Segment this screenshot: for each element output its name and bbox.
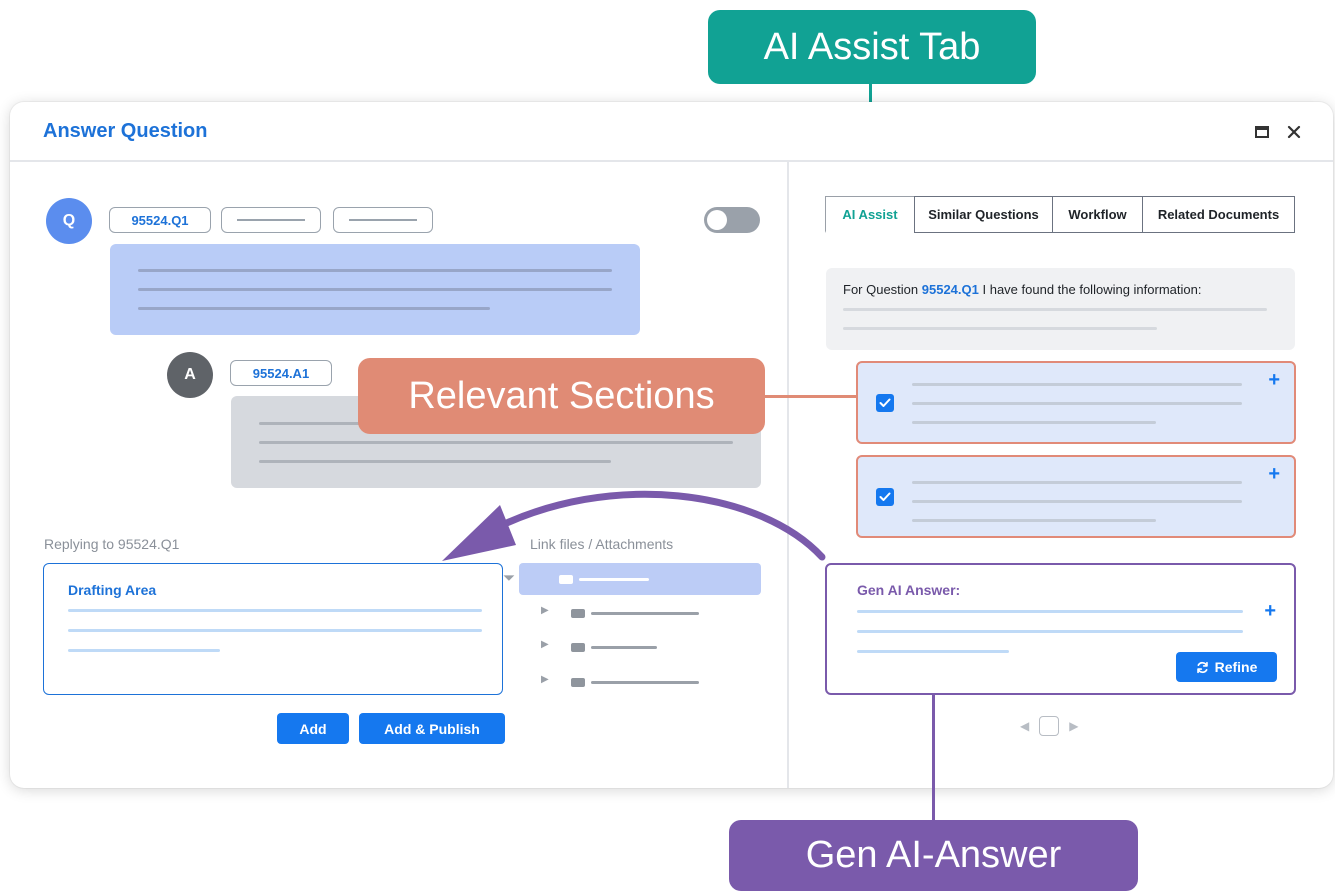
pager: ◀ ▶ — [1020, 716, 1078, 736]
question-tag-pill[interactable] — [333, 207, 433, 233]
window-title: Answer Question — [43, 120, 208, 142]
maximize-icon[interactable] — [1250, 120, 1274, 144]
text-line — [138, 307, 490, 310]
file-tree-row[interactable]: ▶ — [519, 597, 761, 629]
page-indicator[interactable] — [1039, 716, 1060, 736]
gen-ai-answer-connector — [932, 695, 935, 821]
ai-info-box: For Question 95524.Q1 I have found the f… — [826, 268, 1295, 350]
question-avatar: Q — [46, 198, 92, 244]
tab-workflow[interactable]: Workflow — [1052, 196, 1142, 233]
text-line — [138, 288, 612, 291]
gen-ai-answer-callout: Gen AI-Answer — [729, 820, 1138, 891]
file-tree-row[interactable]: ▶ — [519, 666, 761, 698]
toggle-switch[interactable] — [704, 207, 760, 233]
refine-button[interactable]: Refine — [1176, 652, 1277, 682]
text-line — [857, 650, 1009, 653]
text-line — [857, 610, 1243, 613]
info-question-id[interactable]: 95524.Q1 — [922, 282, 979, 297]
answer-avatar: A — [167, 352, 213, 398]
refine-label: Refine — [1214, 659, 1258, 675]
text-line — [843, 327, 1157, 330]
text-line — [68, 609, 482, 612]
file-name-line — [591, 681, 699, 684]
relevant-sections-callout: Relevant Sections — [358, 358, 765, 434]
assist-tabs: AI Assist Similar Questions Workflow Rel… — [825, 196, 1295, 233]
close-icon[interactable] — [1282, 120, 1306, 144]
toggle-knob — [707, 210, 727, 230]
drafting-area[interactable]: Drafting Area — [43, 563, 503, 695]
text-line — [912, 402, 1242, 405]
folder-icon — [559, 575, 573, 584]
info-suffix: I have found the following information: — [978, 282, 1202, 297]
add-plus-icon[interactable]: + — [1264, 600, 1276, 623]
checkbox-checked-icon[interactable] — [876, 394, 894, 412]
gen-ai-answer-title: Gen AI Answer: — [857, 582, 961, 598]
replying-to-label: Replying to 95524.Q1 — [44, 536, 180, 552]
add-plus-icon[interactable]: + — [1268, 369, 1280, 392]
file-tree-row[interactable]: ◢ — [502, 563, 761, 595]
add-button[interactable]: Add — [277, 713, 349, 744]
gen-ai-answer-card: Gen AI Answer: + Refine — [825, 563, 1296, 695]
folder-icon — [571, 643, 585, 652]
add-publish-button[interactable]: Add & Publish — [359, 713, 505, 744]
text-line — [912, 519, 1156, 522]
text-line — [912, 500, 1242, 503]
text-line — [259, 460, 611, 463]
text-line — [68, 629, 482, 632]
expand-caret-icon[interactable]: ▶ — [541, 674, 549, 685]
file-name-line — [579, 578, 649, 581]
text-line — [857, 630, 1243, 633]
question-bubble — [110, 244, 640, 335]
text-line — [912, 481, 1242, 484]
expand-caret-icon[interactable]: ▶ — [541, 639, 549, 650]
refresh-icon — [1196, 661, 1208, 673]
expand-caret-icon[interactable]: ▶ — [541, 605, 549, 616]
tab-ai-assist[interactable]: AI Assist — [825, 196, 914, 233]
tab-related-documents[interactable]: Related Documents — [1142, 196, 1295, 233]
text-line — [259, 441, 733, 444]
folder-icon — [571, 678, 585, 687]
text-line — [68, 649, 220, 652]
checkbox-checked-icon[interactable] — [876, 488, 894, 506]
chevron-left-icon[interactable]: ◀ — [1020, 719, 1029, 733]
text-line — [912, 383, 1242, 386]
chevron-right-icon[interactable]: ▶ — [1069, 719, 1078, 733]
relevant-sections-connector — [765, 395, 857, 398]
attachments-label: Link files / Attachments — [530, 536, 674, 552]
text-line — [138, 269, 612, 272]
expand-caret-icon[interactable]: ◢ — [502, 569, 515, 582]
question-tag-pill[interactable] — [221, 207, 321, 233]
tab-similar-questions[interactable]: Similar Questions — [914, 196, 1052, 233]
info-prefix: For Question — [843, 282, 922, 297]
file-name-line — [591, 646, 657, 649]
drafting-area-title: Drafting Area — [68, 582, 157, 598]
relevant-section-card[interactable]: + — [856, 455, 1296, 538]
ai-info-text: For Question 95524.Q1 I have found the f… — [843, 282, 1201, 297]
relevant-section-card[interactable]: + — [856, 361, 1296, 444]
header-divider — [10, 160, 1333, 162]
file-tree-row[interactable]: ▶ — [519, 631, 761, 663]
text-line — [912, 421, 1156, 424]
answer-question-window: Answer Question Q 95524.Q1 A 95524.A1 Re… — [10, 102, 1333, 788]
ai-assist-tab-callout: AI Assist Tab — [708, 10, 1036, 84]
question-id-pill[interactable]: 95524.Q1 — [109, 207, 211, 233]
file-name-line — [591, 612, 699, 615]
text-line — [843, 308, 1267, 311]
answer-id-pill[interactable]: 95524.A1 — [230, 360, 332, 386]
pane-divider — [787, 162, 789, 788]
folder-icon — [571, 609, 585, 618]
add-plus-icon[interactable]: + — [1268, 463, 1280, 486]
